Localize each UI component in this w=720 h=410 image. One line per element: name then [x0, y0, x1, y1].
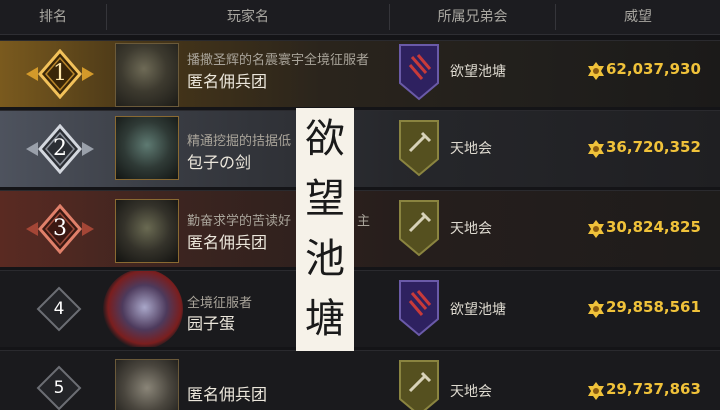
- player-name[interactable]: 匿名佣兵团: [187, 381, 267, 405]
- leaderboard-header: 排名 玩家名 所属兄弟会 威望: [0, 0, 720, 35]
- rank-2-silver-badge-icon: 2: [24, 123, 96, 175]
- leaderboard-row-5[interactable]: 5 匿名佣兵团 天地会 29,737,863: [0, 350, 720, 410]
- header-prestige: 威望: [624, 9, 652, 25]
- player-avatar[interactable]: [103, 271, 183, 347]
- rank-5: 5: [36, 365, 82, 410]
- header-guild: 所属兄弟会: [437, 9, 508, 25]
- overlay-caption: 欲 望 池 塘: [296, 108, 354, 351]
- player-title: 播撒圣辉的名震寰宇全境征服者: [187, 53, 370, 68]
- rank-4: 4: [36, 286, 82, 332]
- guild-name[interactable]: 欲望池塘: [450, 299, 506, 319]
- overlay-char: 池: [305, 236, 345, 282]
- guild-banner-icon[interactable]: [398, 279, 440, 337]
- guild-name[interactable]: 欲望池塘: [450, 61, 506, 81]
- player-title: 勤奋求学的苦读好: [187, 214, 292, 229]
- guild-banner-icon[interactable]: [398, 359, 440, 410]
- player-name[interactable]: 匿名佣兵团: [187, 68, 267, 92]
- rank-number: 4: [53, 299, 65, 319]
- rank-1-gold-badge-icon: 1: [24, 48, 96, 100]
- guild-name[interactable]: 天地会: [450, 381, 492, 401]
- prestige-value: 29,858,561: [606, 298, 701, 316]
- rank-number: 5: [53, 378, 65, 398]
- player-avatar[interactable]: [115, 359, 179, 410]
- overlay-char: 塘: [305, 296, 345, 342]
- player-avatar[interactable]: [115, 199, 179, 263]
- leaderboard-row-3[interactable]: 3 勤奋求学的苦读好 主 匿名佣兵团 天地会 30,824,825: [0, 190, 720, 267]
- overlay-char: 望: [305, 176, 345, 222]
- rank-number: 2: [53, 136, 67, 161]
- rank-3-bronze-badge-icon: 3: [24, 203, 96, 255]
- player-name[interactable]: 包子の剑: [187, 149, 251, 173]
- rank-number: 1: [53, 61, 67, 86]
- player-title: 精通挖掘的拮据低: [187, 134, 292, 149]
- overlay-char: 欲: [305, 116, 345, 162]
- prestige-value: 30,824,825: [606, 218, 701, 236]
- guild-name[interactable]: 天地会: [450, 218, 492, 238]
- guild-banner-icon[interactable]: [398, 43, 440, 101]
- gold-crest-icon: [588, 382, 604, 400]
- header-rank: 排名: [39, 9, 67, 25]
- gold-crest-icon: [588, 300, 604, 318]
- player-name[interactable]: 园子蛋: [187, 310, 235, 334]
- player-title: 全境征服者: [187, 296, 253, 311]
- guild-banner-icon[interactable]: [398, 119, 440, 177]
- prestige-value: 62,037,930: [606, 60, 701, 78]
- rank-number: 3: [53, 216, 67, 241]
- leaderboard-row-2[interactable]: 2 精通挖掘的拮据低 包子の剑 天地会 36,720,352: [0, 110, 720, 187]
- player-avatar[interactable]: [115, 43, 179, 107]
- player-title-tail: 主: [357, 214, 371, 229]
- header-player-name: 玩家名: [227, 9, 269, 25]
- gold-crest-icon: [588, 220, 604, 238]
- guild-name[interactable]: 天地会: [450, 138, 492, 158]
- player-name[interactable]: 匿名佣兵团: [187, 229, 267, 253]
- prestige-value: 29,737,863: [606, 380, 701, 398]
- player-avatar[interactable]: [115, 116, 179, 180]
- leaderboard-row-1[interactable]: 1 播撒圣辉的名震寰宇全境征服者 匿名佣兵团 欲望池塘 62,037,930: [0, 40, 720, 107]
- gold-crest-icon: [588, 62, 604, 80]
- prestige-value: 36,720,352: [606, 138, 701, 156]
- gold-crest-icon: [588, 140, 604, 158]
- leaderboard-row-4[interactable]: 4 全境征服者 园子蛋 欲望池塘 29,858,561: [0, 270, 720, 347]
- guild-banner-icon[interactable]: [398, 199, 440, 257]
